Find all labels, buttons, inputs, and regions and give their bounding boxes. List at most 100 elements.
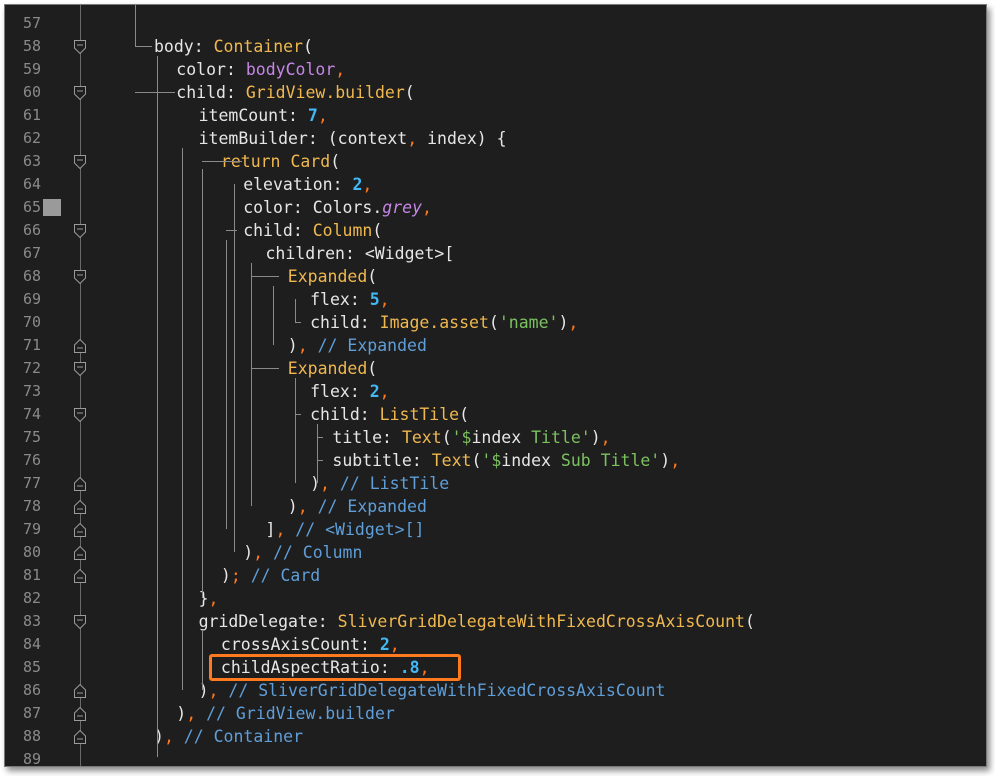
fold-open-icon[interactable] bbox=[74, 407, 86, 423]
code-line[interactable]: 70 child: Image.asset('name'), bbox=[5, 311, 986, 334]
code-line[interactable]: 72 Expanded( bbox=[5, 357, 986, 380]
fold-open-icon[interactable] bbox=[74, 269, 86, 285]
fold-open-icon[interactable] bbox=[74, 614, 86, 630]
line-number: 80 bbox=[22, 543, 41, 561]
line-number: 59 bbox=[22, 60, 41, 78]
token-cls: Expanded bbox=[287, 359, 368, 378]
code-text: ], // <Widget>[] bbox=[266, 518, 425, 541]
code-text: Expanded( bbox=[288, 265, 377, 288]
code-text: flex: 2, bbox=[310, 380, 389, 403]
breakpoint-marker[interactable] bbox=[43, 199, 61, 216]
code-line[interactable]: 89 bbox=[5, 748, 986, 766]
indent-guide bbox=[201, 161, 242, 162]
fold-close-icon[interactable] bbox=[74, 706, 86, 721]
code-line[interactable]: 67 children: <Widget>[ bbox=[5, 242, 986, 265]
indent-guide bbox=[233, 184, 235, 552]
indent-guide bbox=[294, 414, 302, 415]
fold-open-icon[interactable] bbox=[74, 39, 86, 55]
code-line[interactable]: 66 child: Column( bbox=[5, 219, 986, 242]
line-number: 76 bbox=[22, 451, 41, 469]
token-str: Title' bbox=[521, 428, 591, 447]
indent-guide bbox=[135, 92, 176, 93]
code-line[interactable]: 76 subtitle: Text('$index Sub Title'), bbox=[5, 449, 986, 472]
token-key: ( bbox=[367, 267, 378, 286]
token-cm: // Expanded bbox=[307, 497, 427, 516]
token-str: '$ bbox=[451, 428, 472, 447]
fold-open-icon[interactable] bbox=[74, 85, 86, 101]
line-number: 65 bbox=[22, 198, 41, 216]
token-num: .8 bbox=[399, 658, 420, 677]
code-text: itemBuilder: (context, index) { bbox=[199, 127, 507, 150]
line-number: 86 bbox=[22, 681, 41, 699]
code-line[interactable]: 73 flex: 2, bbox=[5, 380, 986, 403]
code-line[interactable]: 85 childAspectRatio: .8, bbox=[5, 656, 986, 679]
token-key: child: bbox=[243, 221, 313, 240]
token-punct: , bbox=[335, 60, 346, 79]
code-text: itemCount: 7, bbox=[199, 104, 328, 127]
code-line[interactable]: 87), // GridView.builder bbox=[5, 702, 986, 725]
code-line[interactable]: 69 flex: 5, bbox=[5, 288, 986, 311]
token-key: ( bbox=[441, 428, 452, 447]
fold-open-icon[interactable] bbox=[74, 361, 86, 377]
code-line[interactable]: 64 elevation: 2, bbox=[5, 173, 986, 196]
code-text: child: ListTile( bbox=[310, 403, 469, 426]
code-line[interactable]: 59 color: bodyColor, bbox=[5, 58, 986, 81]
token-key: index bbox=[471, 428, 522, 447]
code-line[interactable]: 61 itemCount: 7, bbox=[5, 104, 986, 127]
token-key: flex: bbox=[310, 382, 370, 401]
fold-close-icon[interactable] bbox=[74, 499, 86, 514]
fold-close-icon[interactable] bbox=[74, 683, 86, 698]
token-cm: // GridView.builder bbox=[196, 704, 395, 723]
token-key: crossAxisCount: bbox=[220, 635, 380, 654]
token-key: ) bbox=[154, 727, 164, 746]
token-key: subtitle: bbox=[332, 451, 432, 470]
code-text: title: Text('$index Title'), bbox=[332, 426, 610, 449]
code-text: color: bodyColor, bbox=[176, 58, 345, 81]
code-line[interactable]: 57 bbox=[5, 12, 986, 35]
code-line[interactable]: 79], // <Widget>[] bbox=[5, 518, 986, 541]
code-line[interactable]: 83 gridDelegate: SliverGridDelegateWithFi… bbox=[5, 610, 986, 633]
fold-close-icon[interactable] bbox=[74, 338, 86, 353]
code-line[interactable]: 78), // Expanded bbox=[5, 495, 986, 518]
fold-close-icon[interactable] bbox=[74, 568, 86, 583]
code-line[interactable]: 75 title: Text('$index Title'), bbox=[5, 426, 986, 449]
code-line[interactable]: 71), // Expanded bbox=[5, 334, 986, 357]
code-line[interactable]: 82}, bbox=[5, 587, 986, 610]
code-line[interactable]: 80), // Column bbox=[5, 541, 986, 564]
token-key: itemBuilder: (context bbox=[198, 129, 408, 148]
token-key: ) bbox=[176, 704, 187, 723]
code-text: elevation: 2, bbox=[243, 173, 372, 196]
line-number: 77 bbox=[22, 474, 41, 492]
code-line[interactable]: 65 color: Colors.grey, bbox=[5, 196, 986, 219]
fold-open-icon[interactable] bbox=[74, 154, 86, 170]
fold-close-icon[interactable] bbox=[74, 729, 86, 744]
line-number: 66 bbox=[22, 221, 41, 239]
code-line[interactable]: 63 return Card( bbox=[5, 150, 986, 173]
fold-open-icon[interactable] bbox=[74, 223, 86, 239]
line-number: 62 bbox=[22, 129, 41, 147]
line-number: 63 bbox=[22, 152, 41, 170]
token-punct: , bbox=[670, 451, 681, 470]
code-line[interactable]: 88), // Container bbox=[5, 725, 986, 748]
token-punct: , bbox=[275, 520, 286, 539]
code-line[interactable]: 68 Expanded( bbox=[5, 265, 986, 288]
fold-close-icon[interactable] bbox=[74, 522, 86, 537]
code-line[interactable]: 58 body: Container( bbox=[5, 35, 986, 58]
token-var: bodyColor bbox=[245, 60, 336, 79]
line-number: 83 bbox=[22, 612, 41, 630]
fold-close-icon[interactable] bbox=[74, 476, 86, 491]
code-line[interactable]: 84 crossAxisCount: 2, bbox=[5, 633, 986, 656]
token-key: ( bbox=[372, 221, 383, 240]
line-number: 84 bbox=[22, 635, 41, 653]
line-number: 60 bbox=[22, 83, 41, 101]
token-key: ( bbox=[330, 152, 341, 171]
code-line[interactable]: 77), // ListTile bbox=[5, 472, 986, 495]
code-text: child: GridView.builder( bbox=[176, 81, 414, 104]
code-text: childAspectRatio: .8, bbox=[221, 656, 430, 679]
code-line[interactable]: 81); // Card bbox=[5, 564, 986, 587]
code-line[interactable]: 74 child: ListTile( bbox=[5, 403, 986, 426]
code-line[interactable]: 86), // SliverGridDelegateWithFixedCross… bbox=[5, 679, 986, 702]
code-line[interactable]: 62 itemBuilder: (context, index) { bbox=[5, 127, 986, 150]
fold-close-icon[interactable] bbox=[74, 545, 86, 560]
line-number: 67 bbox=[22, 244, 41, 262]
